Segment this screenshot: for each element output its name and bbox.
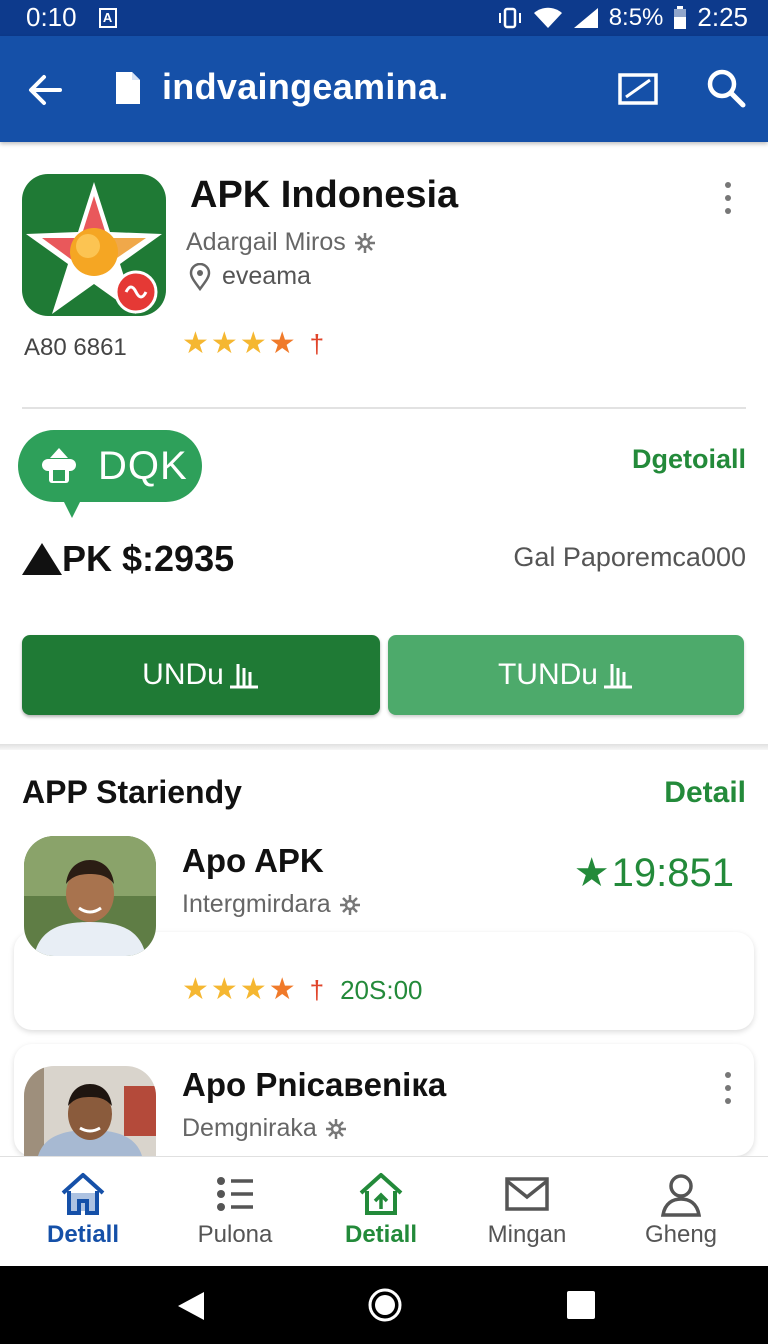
nav-label: Gheng: [644, 1221, 718, 1248]
edit-icon[interactable]: [614, 66, 662, 114]
list-icon: [217, 1177, 253, 1211]
status-time: 2:25: [697, 2, 748, 32]
developer-row: Adargail Miros: [186, 228, 376, 257]
system-home-icon[interactable]: [366, 1286, 404, 1324]
search-icon[interactable]: [702, 64, 750, 112]
item-score-value: 19:851: [611, 850, 734, 895]
status-notification-icon: A: [98, 7, 117, 28]
gear-icon: [339, 894, 360, 915]
status-bar: 0:10 A 8:5% 2:25: [0, 0, 768, 36]
nav-item-house-up[interactable]: Detiall: [304, 1157, 458, 1267]
signal-icon: [573, 7, 598, 28]
triangle-icon: [22, 543, 62, 575]
star-icon: ★: [182, 327, 209, 360]
gear-icon: [354, 232, 375, 253]
item-subtitle: Demgniraka: [182, 1114, 317, 1142]
detail-link[interactable]: Dgetoiall: [632, 444, 746, 475]
location-text: eveama: [222, 262, 311, 290]
item-subtitle-row: Intergmirdara: [182, 890, 361, 919]
section-title: APP Stariendy: [22, 774, 242, 810]
download-badge[interactable]: DQK: [18, 430, 202, 518]
avatar: [24, 836, 156, 956]
app-icon: [22, 174, 166, 316]
system-back-icon[interactable]: [174, 1288, 210, 1324]
nav-label: Mingan: [487, 1221, 567, 1248]
battery-icon: [674, 5, 687, 29]
item-name[interactable]: Apo Pnicaвeniка: [182, 1066, 446, 1104]
bar-chart-icon: [604, 664, 632, 689]
nav-item-home[interactable]: Detiall: [6, 1157, 160, 1267]
bar-chart-icon: [229, 664, 258, 689]
back-arrow-icon[interactable]: [22, 66, 70, 114]
more-options-icon[interactable]: [722, 1072, 734, 1104]
section-detail-link[interactable]: Detail: [664, 776, 746, 810]
rating-dagger: †: [309, 975, 325, 1005]
status-left-time: 0:10: [26, 2, 77, 32]
house-up-icon: [359, 1173, 403, 1215]
location-row: eveama: [188, 262, 311, 291]
location-pin-icon: [189, 262, 211, 291]
download-button-secondary[interactable]: TUNDu: [388, 635, 744, 715]
nav-item-profile[interactable]: Gheng: [604, 1157, 758, 1267]
star-icon: ★: [182, 973, 209, 1006]
more-options-icon[interactable]: [722, 182, 734, 214]
nav-label: Detiall: [46, 1221, 120, 1248]
gear-icon: [325, 1118, 346, 1139]
star-icon: ★: [239, 973, 267, 1006]
app-id: A80 6861: [24, 334, 127, 361]
primary-button-label: UNDu: [142, 658, 224, 691]
download-badge-label: DQK: [98, 443, 188, 488]
item-rating-stars: ★ ★ ★ ★ † 20S:00: [182, 975, 423, 1005]
item-subtitle-row: Demgniraka: [182, 1114, 347, 1143]
publisher-text: Gal Paporemca000: [513, 542, 746, 572]
download-button-primary[interactable]: UNDu: [22, 635, 380, 715]
android-icon: [42, 448, 76, 483]
nav-item-mail[interactable]: Mingan: [450, 1157, 604, 1267]
app-name: APK Indonesia: [190, 174, 459, 216]
secondary-button-label: TUNDu: [497, 658, 598, 691]
price-text: PK $:2935: [62, 538, 235, 579]
rating-dagger: †: [309, 329, 325, 359]
star-icon: ★: [573, 851, 610, 895]
star-icon: ★: [239, 327, 267, 360]
star-icon: ★: [210, 327, 238, 360]
battery-text: 8:5%: [608, 3, 664, 31]
system-recents-icon[interactable]: [564, 1288, 598, 1322]
avatar: [24, 1066, 156, 1156]
wifi-icon: [533, 7, 562, 28]
rating-stars: ★ ★ ★ ★ †: [182, 329, 324, 359]
price-row: PK $:2935: [22, 538, 234, 580]
home-icon: [61, 1173, 105, 1215]
item-count: 20S:00: [340, 975, 423, 1005]
developer-name[interactable]: Adargail Miros: [186, 228, 346, 257]
mail-icon: [505, 1177, 549, 1211]
star-icon: ★: [268, 327, 296, 360]
divider: [22, 407, 746, 409]
system-navigation-bar: [0, 1266, 768, 1344]
app-bar: indvaingeamina.: [0, 36, 768, 142]
item-name[interactable]: Apo APK: [182, 842, 324, 880]
item-score: ★ 19:851: [574, 850, 734, 896]
nav-item-list[interactable]: Pulona: [158, 1157, 312, 1267]
bottom-navigation: Detiall Pulona Detiall Mingan Gheng: [0, 1156, 768, 1266]
section-separator: [0, 744, 768, 750]
app-bar-title: indvaingeamina.: [162, 66, 449, 107]
item-subtitle: Intergmirdara: [182, 890, 331, 918]
vibrate-icon: [498, 7, 521, 28]
star-icon: ★: [210, 973, 238, 1006]
badge-tail: [62, 498, 82, 518]
nav-label: Pulona: [197, 1221, 273, 1248]
person-icon: [660, 1174, 702, 1217]
nav-label: Detiall: [344, 1221, 418, 1248]
document-icon: [116, 72, 140, 104]
star-icon: ★: [268, 973, 296, 1006]
